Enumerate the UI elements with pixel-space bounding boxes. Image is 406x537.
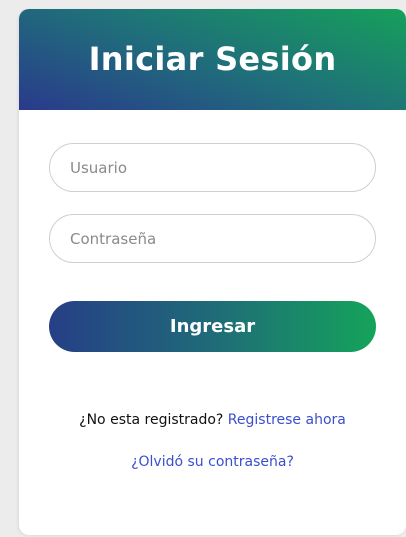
login-card: Iniciar Sesión Ingresar ¿No esta registr… (19, 9, 406, 535)
login-button[interactable]: Ingresar (49, 301, 376, 352)
register-link[interactable]: Registrese ahora (228, 412, 346, 428)
username-input[interactable] (49, 143, 376, 192)
forgot-password-link[interactable]: ¿Olvidó su contraseña? (19, 454, 406, 470)
page-title: Iniciar Sesión (88, 39, 337, 78)
register-prompt: ¿No esta registrado? (79, 412, 224, 428)
register-line: ¿No esta registrado? Registrese ahora (19, 412, 406, 428)
login-header: Iniciar Sesión (19, 9, 406, 110)
password-input[interactable] (49, 214, 376, 263)
